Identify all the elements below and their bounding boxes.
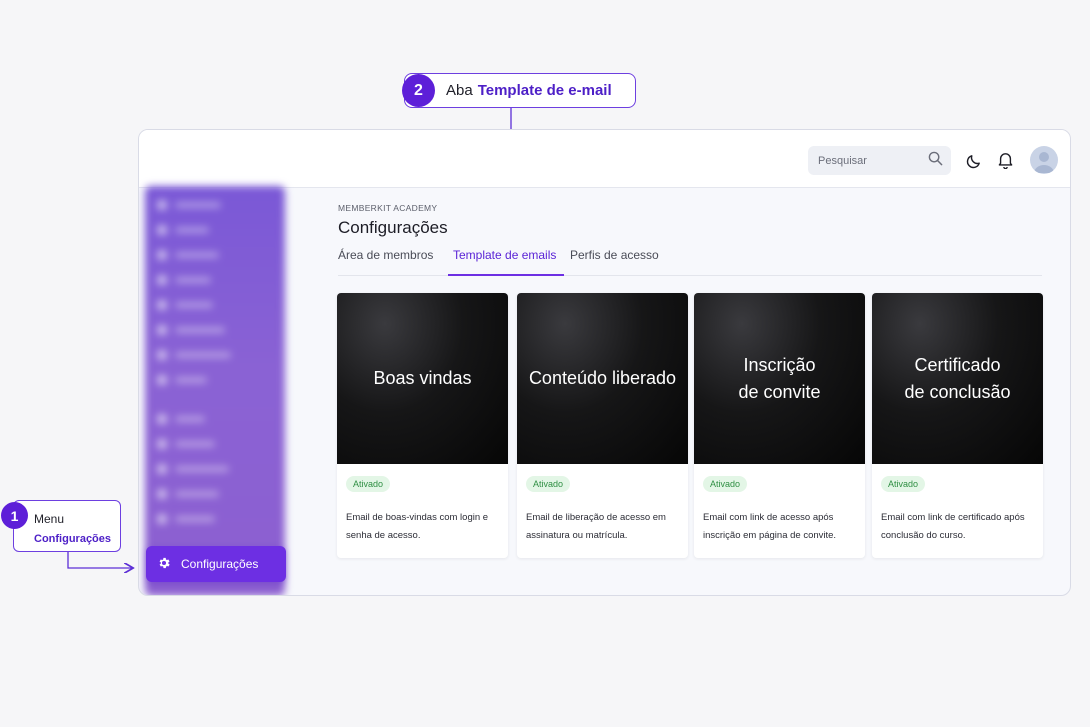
blurred-label (175, 251, 219, 258)
breadcrumb: MEMBERKIT ACADEMY (338, 203, 438, 213)
menu-icon (157, 488, 167, 499)
status-badge: Ativado (881, 476, 926, 492)
avatar[interactable] (1030, 146, 1058, 174)
status-badge: Ativado (346, 476, 391, 492)
card-image: Certificado de conclusão (872, 293, 1043, 464)
tab-perfis-de-acesso[interactable]: Perfis de acesso (570, 248, 659, 275)
template-cards: Boas vindas Ativado Email de boas-vindas… (337, 293, 1043, 558)
arrow-to-settings-menu (67, 552, 132, 568)
blurred-label (175, 276, 211, 283)
sidebar-item-blurred[interactable] (145, 506, 285, 531)
tab-area-de-membros[interactable]: Área de membros (338, 248, 433, 275)
sidebar-item-blurred[interactable] (145, 456, 285, 481)
menu-icon (157, 463, 167, 474)
card-title-line-1: Certificado (914, 354, 1001, 375)
callout-step-1: Menu Configurações (13, 500, 121, 552)
menu-icon (157, 374, 167, 385)
card-title-line-2: de convite (738, 381, 821, 402)
search-box[interactable] (808, 146, 951, 175)
blurred-label (175, 376, 207, 383)
search-icon[interactable] (928, 151, 943, 171)
blurred-label (175, 351, 231, 358)
menu-icon (157, 299, 167, 310)
status-badge: Ativado (526, 476, 571, 492)
moon-icon[interactable] (964, 150, 984, 170)
menu-icon (157, 438, 167, 449)
sidebar-item-configuracoes[interactable]: Configurações (146, 546, 286, 582)
blurred-label (175, 515, 215, 522)
sidebar-item-blurred[interactable] (145, 481, 285, 506)
bell-icon[interactable] (995, 150, 1015, 170)
blurred-label (175, 201, 221, 208)
card-description: Email com link de acesso após inscrição … (703, 512, 837, 541)
status-badge: Ativado (703, 476, 748, 492)
template-card-boas-vindas[interactable]: Boas vindas Ativado Email de boas-vindas… (337, 293, 508, 558)
gear-icon (157, 556, 171, 573)
tab-bar: Área de membros Template de emails Perfi… (338, 248, 1042, 276)
card-title: Boas vindas (373, 368, 472, 388)
callout-prefix: Aba (446, 82, 473, 99)
template-card-certificado-de-conclusao[interactable]: Certificado de conclusão Ativado Email c… (872, 293, 1043, 558)
menu-icon (157, 349, 167, 360)
page-title: Configurações (338, 218, 448, 237)
menu-icon (157, 513, 167, 524)
sidebar-item-label: Configurações (181, 557, 259, 571)
card-image: Inscrição de convite (694, 293, 865, 464)
card-title-line-2: de conclusão (904, 381, 1011, 402)
callout-line-2: Configurações (34, 533, 112, 545)
sidebar (145, 186, 285, 595)
step-number-2: 2 (402, 74, 435, 107)
template-card-inscricao-de-convite[interactable]: Inscrição de convite Ativado Email com l… (694, 293, 865, 558)
sidebar-item-blurred[interactable] (145, 317, 285, 342)
callout-highlight: Template de e-mail (477, 82, 612, 99)
app-window: Configurações MEMBERKIT ACADEMY Configur… (138, 129, 1071, 596)
card-description: Email com link de certificado após concl… (881, 512, 1025, 541)
sidebar-item-blurred[interactable] (145, 406, 285, 431)
sidebar-item-blurred[interactable] (145, 267, 285, 292)
top-bar (139, 130, 1070, 188)
menu-icon (157, 413, 167, 424)
menu-icon (157, 224, 167, 235)
card-title-line-1: Inscrição (743, 354, 816, 375)
sidebar-item-blurred[interactable] (145, 367, 285, 392)
blurred-label (175, 326, 225, 333)
template-card-conteudo-liberado[interactable]: Conteúdo liberado Ativado Email de liber… (517, 293, 688, 558)
menu-icon (157, 274, 167, 285)
tab-template-de-emails[interactable]: Template de emails (448, 248, 565, 276)
blurred-label (175, 465, 229, 472)
card-image: Conteúdo liberado (517, 293, 688, 464)
step-number-1: 1 (1, 502, 28, 529)
menu-icon (157, 249, 167, 260)
blurred-label (175, 226, 209, 233)
blurred-label (175, 440, 215, 447)
card-image: Boas vindas (337, 293, 508, 464)
callout-line-1: Menu (34, 512, 65, 526)
sidebar-item-blurred[interactable] (145, 217, 285, 242)
card-description: Email de liberação de acesso em assinatu… (526, 512, 666, 541)
menu-icon (157, 324, 167, 335)
blurred-label (175, 415, 205, 422)
sidebar-item-blurred[interactable] (145, 242, 285, 267)
sidebar-item-blurred[interactable] (145, 342, 285, 367)
sidebar-item-blurred[interactable] (145, 192, 285, 217)
card-description: Email de boas-vindas com login e senha d… (346, 512, 489, 541)
sidebar-item-blurred[interactable] (145, 292, 285, 317)
callout-step-2: Aba Template de e-mail (404, 73, 636, 108)
sidebar-item-blurred[interactable] (145, 431, 285, 456)
blurred-label (175, 490, 219, 497)
search-input[interactable] (818, 154, 918, 167)
menu-icon (157, 199, 167, 210)
blurred-label (175, 301, 213, 308)
card-title: Conteúdo liberado (528, 368, 677, 388)
